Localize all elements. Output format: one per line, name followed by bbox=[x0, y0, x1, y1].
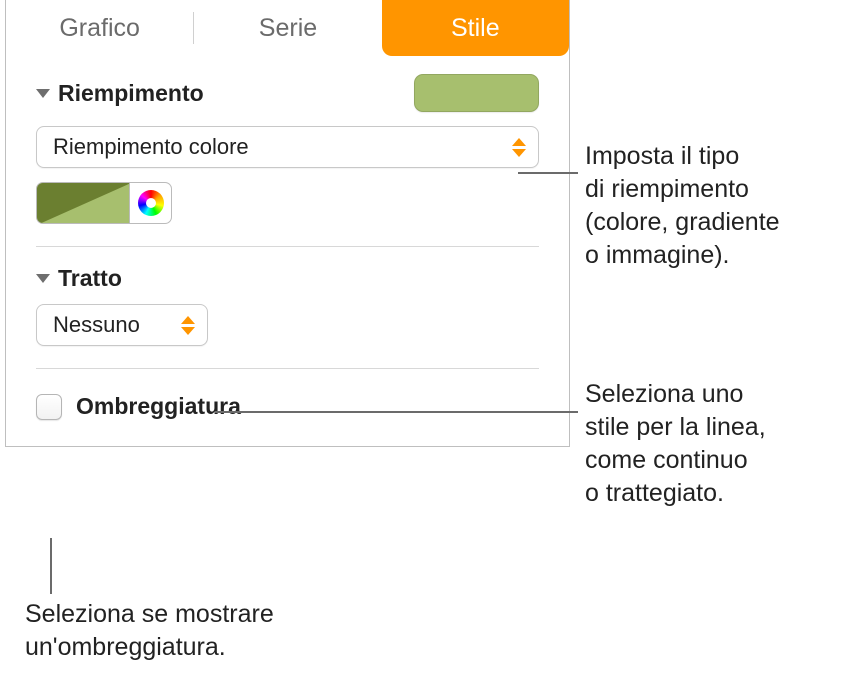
callout-line bbox=[518, 172, 578, 174]
color-picker-button[interactable] bbox=[130, 182, 172, 224]
fill-color-swatch[interactable] bbox=[36, 182, 130, 224]
fill-header: Riempimento bbox=[36, 74, 539, 112]
callout-fill: Imposta il tipo di riempimento (colore, … bbox=[585, 140, 780, 272]
fill-type-dropdown[interactable]: Riempimento colore bbox=[36, 126, 539, 168]
tab-style-label: Stile bbox=[451, 14, 500, 43]
swatch-triangle bbox=[37, 183, 130, 224]
stroke-header: Tratto bbox=[36, 265, 539, 292]
fill-title: Riempimento bbox=[58, 80, 204, 107]
shadow-row: Ombreggiatura bbox=[6, 369, 569, 446]
tab-bar: Grafico Serie Stile bbox=[6, 0, 569, 56]
stroke-title-wrap[interactable]: Tratto bbox=[36, 265, 122, 292]
stroke-title: Tratto bbox=[58, 265, 122, 292]
callout-stroke: Seleziona uno stile per la linea, come c… bbox=[585, 378, 766, 510]
fill-type-value: Riempimento colore bbox=[53, 134, 249, 160]
color-wheel-icon bbox=[138, 190, 164, 216]
callout-line bbox=[215, 411, 578, 413]
stroke-style-dropdown[interactable]: Nessuno bbox=[36, 304, 208, 346]
shadow-checkbox[interactable] bbox=[36, 394, 62, 420]
popup-arrows-icon bbox=[175, 310, 201, 340]
disclosure-icon bbox=[36, 89, 50, 98]
tab-chart[interactable]: Grafico bbox=[6, 0, 193, 56]
fill-title-wrap[interactable]: Riempimento bbox=[36, 80, 204, 107]
tab-chart-label: Grafico bbox=[59, 14, 140, 43]
style-panel: Grafico Serie Stile Riempimento Riempime… bbox=[5, 0, 570, 447]
fill-color-row bbox=[36, 182, 539, 224]
callout-line bbox=[50, 538, 52, 594]
tab-series-label: Serie bbox=[259, 14, 317, 43]
tab-series[interactable]: Serie bbox=[194, 0, 381, 56]
shadow-label: Ombreggiatura bbox=[76, 393, 241, 420]
popup-arrows-icon bbox=[506, 132, 532, 162]
stroke-section: Tratto Nessuno bbox=[6, 247, 569, 369]
tab-style[interactable]: Stile bbox=[382, 0, 569, 56]
disclosure-icon bbox=[36, 274, 50, 283]
callout-shadow: Seleziona se mostrare un'ombreggiatura. bbox=[25, 598, 274, 664]
stroke-value: Nessuno bbox=[53, 312, 140, 338]
fill-color-well[interactable] bbox=[414, 74, 539, 112]
fill-section: Riempimento Riempimento colore bbox=[6, 56, 569, 247]
